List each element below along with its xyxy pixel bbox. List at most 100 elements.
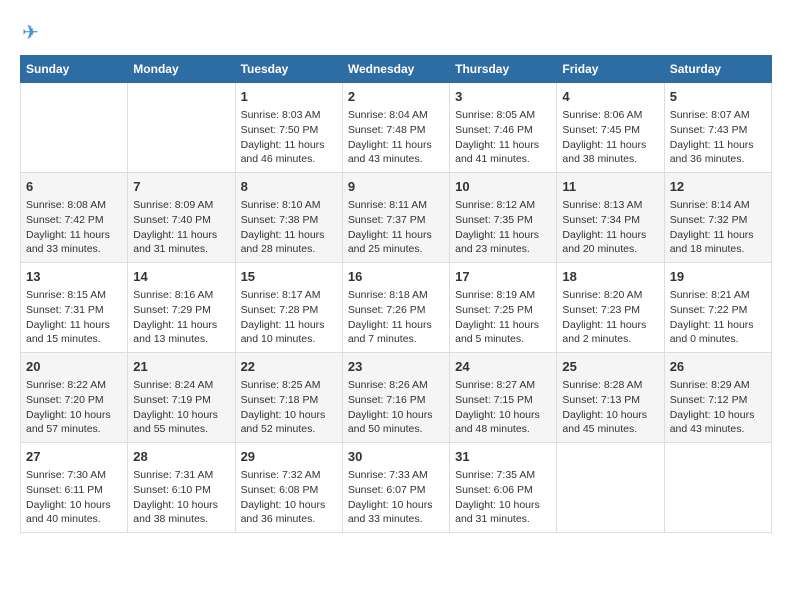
day-info: Sunrise: 8:18 AM Sunset: 7:26 PM Dayligh… bbox=[348, 288, 444, 347]
calendar-cell: 12 Sunrise: 8:14 AM Sunset: 7:32 PM Dayli… bbox=[664, 173, 771, 263]
calendar-cell bbox=[21, 83, 128, 173]
day-info: Sunrise: 8:26 AM Sunset: 7:16 PM Dayligh… bbox=[348, 378, 444, 437]
day-number: 6 bbox=[26, 178, 122, 196]
day-number: 27 bbox=[26, 448, 122, 466]
day-info: Sunrise: 8:13 AM Sunset: 7:34 PM Dayligh… bbox=[562, 198, 658, 257]
calendar-cell: 9 Sunrise: 8:11 AM Sunset: 7:37 PM Daylig… bbox=[342, 173, 449, 263]
day-number: 4 bbox=[562, 88, 658, 106]
day-info: Sunrise: 8:27 AM Sunset: 7:15 PM Dayligh… bbox=[455, 378, 551, 437]
page-header: ✈ bbox=[20, 20, 772, 45]
day-number: 3 bbox=[455, 88, 551, 106]
day-info: Sunrise: 8:12 AM Sunset: 7:35 PM Dayligh… bbox=[455, 198, 551, 257]
calendar-body: 1 Sunrise: 8:03 AM Sunset: 7:50 PM Daylig… bbox=[21, 83, 772, 533]
day-info: Sunrise: 8:16 AM Sunset: 7:29 PM Dayligh… bbox=[133, 288, 229, 347]
day-number: 13 bbox=[26, 268, 122, 286]
calendar-week-row: 20 Sunrise: 8:22 AM Sunset: 7:20 PM Dayli… bbox=[21, 353, 772, 443]
day-info: Sunrise: 8:10 AM Sunset: 7:38 PM Dayligh… bbox=[241, 198, 337, 257]
day-info: Sunrise: 8:08 AM Sunset: 7:42 PM Dayligh… bbox=[26, 198, 122, 257]
calendar-cell: 21Sunrise: 8:24 AM Sunset: 7:19 PM Dayli… bbox=[128, 353, 235, 443]
day-number: 24 bbox=[455, 358, 551, 376]
day-info: Sunrise: 8:22 AM Sunset: 7:20 PM Dayligh… bbox=[26, 378, 122, 437]
calendar-week-row: 27 Sunrise: 7:30 AM Sunset: 6:11 PM Dayli… bbox=[21, 443, 772, 533]
day-number: 30 bbox=[348, 448, 444, 466]
day-info: Sunrise: 7:30 AM Sunset: 6:11 PM Dayligh… bbox=[26, 468, 122, 527]
day-number: 18 bbox=[562, 268, 658, 286]
day-number: 25 bbox=[562, 358, 658, 376]
calendar-cell: 14Sunrise: 8:16 AM Sunset: 7:29 PM Dayli… bbox=[128, 263, 235, 353]
day-info: Sunrise: 7:32 AM Sunset: 6:08 PM Dayligh… bbox=[241, 468, 337, 527]
day-of-week-header: Saturday bbox=[664, 56, 771, 83]
calendar-cell: 7Sunrise: 8:09 AM Sunset: 7:40 PM Daylig… bbox=[128, 173, 235, 263]
day-number: 26 bbox=[670, 358, 766, 376]
day-number: 31 bbox=[455, 448, 551, 466]
day-info: Sunrise: 8:29 AM Sunset: 7:12 PM Dayligh… bbox=[670, 378, 766, 437]
calendar-cell: 27 Sunrise: 7:30 AM Sunset: 6:11 PM Dayli… bbox=[21, 443, 128, 533]
day-info: Sunrise: 8:04 AM Sunset: 7:48 PM Dayligh… bbox=[348, 108, 444, 167]
calendar-cell: 30Sunrise: 7:33 AM Sunset: 6:07 PM Dayli… bbox=[342, 443, 449, 533]
day-number: 10 bbox=[455, 178, 551, 196]
logo-bird-icon: ✈ bbox=[22, 20, 39, 45]
calendar-cell bbox=[128, 83, 235, 173]
day-info: Sunrise: 8:11 AM Sunset: 7:37 PM Dayligh… bbox=[348, 198, 444, 257]
day-info: Sunrise: 8:25 AM Sunset: 7:18 PM Dayligh… bbox=[241, 378, 337, 437]
calendar-cell: 31 Sunrise: 7:35 AM Sunset: 6:06 PM Dayli… bbox=[450, 443, 557, 533]
day-number: 9 bbox=[348, 178, 444, 196]
calendar-cell: 5 Sunrise: 8:07 AM Sunset: 7:43 PM Daylig… bbox=[664, 83, 771, 173]
day-of-week-header: Thursday bbox=[450, 56, 557, 83]
day-info: Sunrise: 8:14 AM Sunset: 7:32 PM Dayligh… bbox=[670, 198, 766, 257]
calendar-week-row: 1 Sunrise: 8:03 AM Sunset: 7:50 PM Daylig… bbox=[21, 83, 772, 173]
day-number: 29 bbox=[241, 448, 337, 466]
day-number: 12 bbox=[670, 178, 766, 196]
logo: ✈ bbox=[20, 20, 39, 45]
calendar-cell: 10 Sunrise: 8:12 AM Sunset: 7:35 PM Dayli… bbox=[450, 173, 557, 263]
day-of-week-header: Monday bbox=[128, 56, 235, 83]
calendar-cell: 16Sunrise: 8:18 AM Sunset: 7:26 PM Dayli… bbox=[342, 263, 449, 353]
day-number: 15 bbox=[241, 268, 337, 286]
day-number: 20 bbox=[26, 358, 122, 376]
day-number: 5 bbox=[670, 88, 766, 106]
day-of-week-header: Friday bbox=[557, 56, 664, 83]
calendar-cell: 2 Sunrise: 8:04 AM Sunset: 7:48 PM Daylig… bbox=[342, 83, 449, 173]
calendar-week-row: 13 Sunrise: 8:15 AM Sunset: 7:31 PM Dayli… bbox=[21, 263, 772, 353]
calendar-cell: 22Sunrise: 8:25 AM Sunset: 7:18 PM Dayli… bbox=[235, 353, 342, 443]
day-number: 21 bbox=[133, 358, 229, 376]
day-number: 11 bbox=[562, 178, 658, 196]
calendar-cell: 13 Sunrise: 8:15 AM Sunset: 7:31 PM Dayli… bbox=[21, 263, 128, 353]
calendar-cell: 11 Sunrise: 8:13 AM Sunset: 7:34 PM Dayli… bbox=[557, 173, 664, 263]
calendar-cell: 19Sunrise: 8:21 AM Sunset: 7:22 PM Dayli… bbox=[664, 263, 771, 353]
day-info: Sunrise: 7:35 AM Sunset: 6:06 PM Dayligh… bbox=[455, 468, 551, 527]
day-number: 17 bbox=[455, 268, 551, 286]
calendar-cell: 1 Sunrise: 8:03 AM Sunset: 7:50 PM Daylig… bbox=[235, 83, 342, 173]
calendar-cell: 3 Sunrise: 8:05 AM Sunset: 7:46 PM Daylig… bbox=[450, 83, 557, 173]
calendar-cell: 15 Sunrise: 8:17 AM Sunset: 7:28 PM Dayli… bbox=[235, 263, 342, 353]
day-number: 19 bbox=[670, 268, 766, 286]
calendar-cell: 29 Sunrise: 7:32 AM Sunset: 6:08 PM Dayli… bbox=[235, 443, 342, 533]
calendar-cell: 6 Sunrise: 8:08 AM Sunset: 7:42 PM Daylig… bbox=[21, 173, 128, 263]
day-info: Sunrise: 8:19 AM Sunset: 7:25 PM Dayligh… bbox=[455, 288, 551, 347]
day-info: Sunrise: 8:17 AM Sunset: 7:28 PM Dayligh… bbox=[241, 288, 337, 347]
calendar-cell: 8 Sunrise: 8:10 AM Sunset: 7:38 PM Daylig… bbox=[235, 173, 342, 263]
day-info: Sunrise: 8:03 AM Sunset: 7:50 PM Dayligh… bbox=[241, 108, 337, 167]
day-info: Sunrise: 8:20 AM Sunset: 7:23 PM Dayligh… bbox=[562, 288, 658, 347]
day-info: Sunrise: 7:31 AM Sunset: 6:10 PM Dayligh… bbox=[133, 468, 229, 527]
day-info: Sunrise: 8:15 AM Sunset: 7:31 PM Dayligh… bbox=[26, 288, 122, 347]
calendar-cell bbox=[557, 443, 664, 533]
day-info: Sunrise: 8:28 AM Sunset: 7:13 PM Dayligh… bbox=[562, 378, 658, 437]
calendar-cell bbox=[664, 443, 771, 533]
day-number: 28 bbox=[133, 448, 229, 466]
day-info: Sunrise: 8:07 AM Sunset: 7:43 PM Dayligh… bbox=[670, 108, 766, 167]
day-number: 8 bbox=[241, 178, 337, 196]
day-info: Sunrise: 8:09 AM Sunset: 7:40 PM Dayligh… bbox=[133, 198, 229, 257]
day-info: Sunrise: 8:05 AM Sunset: 7:46 PM Dayligh… bbox=[455, 108, 551, 167]
calendar-week-row: 6 Sunrise: 8:08 AM Sunset: 7:42 PM Daylig… bbox=[21, 173, 772, 263]
calendar-cell: 4Sunrise: 8:06 AM Sunset: 7:45 PM Daylig… bbox=[557, 83, 664, 173]
calendar-cell: 23Sunrise: 8:26 AM Sunset: 7:16 PM Dayli… bbox=[342, 353, 449, 443]
day-of-week-header: Sunday bbox=[21, 56, 128, 83]
calendar-cell: 18 Sunrise: 8:20 AM Sunset: 7:23 PM Dayli… bbox=[557, 263, 664, 353]
day-of-week-header: Tuesday bbox=[235, 56, 342, 83]
calendar-cell: 25 Sunrise: 8:28 AM Sunset: 7:13 PM Dayli… bbox=[557, 353, 664, 443]
calendar-cell: 26 Sunrise: 8:29 AM Sunset: 7:12 PM Dayli… bbox=[664, 353, 771, 443]
day-of-week-header: Wednesday bbox=[342, 56, 449, 83]
day-number: 2 bbox=[348, 88, 444, 106]
day-number: 1 bbox=[241, 88, 337, 106]
